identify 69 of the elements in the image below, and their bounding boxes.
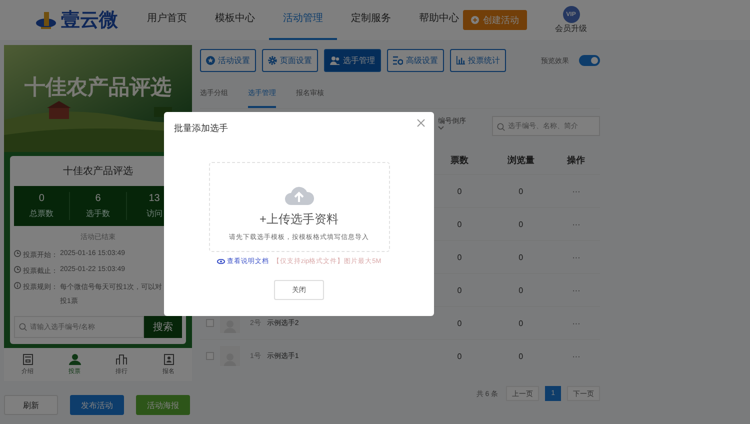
more-options-link[interactable]: ··· [552, 286, 600, 294]
search-button[interactable]: 搜索 [144, 316, 182, 338]
clock-icon [14, 266, 21, 273]
row-checkbox[interactable] [206, 352, 214, 360]
plus-circle-icon [471, 16, 479, 24]
action-button[interactable]: 发布活动 [70, 395, 124, 415]
action-button[interactable]: 刷新 [4, 395, 58, 415]
settings-tab[interactable]: 高级设置 [387, 49, 444, 72]
logo-icon [35, 10, 57, 30]
stat-label: 选手数 [86, 208, 110, 219]
stat-label: 总票数 [30, 208, 54, 219]
nav-link[interactable]: 用户首页 [133, 0, 201, 40]
more-options-link[interactable]: ··· [552, 352, 600, 360]
eye-icon [216, 259, 225, 264]
row-checkbox[interactable] [206, 319, 214, 327]
vip-upgrade-label[interactable]: 会员升级 [555, 23, 587, 34]
dialog-title: 批量添加选手 [174, 122, 228, 135]
more-options-link[interactable]: ··· [552, 220, 600, 228]
stat-value: 13 [148, 193, 160, 204]
settings-tab[interactable]: 活动设置 [200, 49, 256, 72]
search-icon [497, 123, 505, 131]
people-icon [330, 56, 340, 65]
sliders-icon [393, 56, 403, 65]
view-count: 0 [518, 220, 524, 228]
view-count: 0 [518, 252, 524, 262]
vote-count: 0 [456, 286, 463, 294]
more-options-link[interactable]: ··· [552, 318, 600, 328]
view-count: 0 [518, 318, 524, 328]
more-options-link[interactable]: ··· [552, 252, 600, 262]
nav-link[interactable]: 定制服务 [337, 0, 405, 40]
column-header: 票数 [449, 154, 470, 166]
vote-count: 0 [456, 252, 463, 262]
gear-icon [268, 56, 277, 65]
nav-link[interactable]: 活动管理 [269, 0, 337, 40]
settings-tab[interactable]: 选手管理 [324, 49, 381, 72]
badge-icon [164, 354, 174, 365]
vote-count: 0 [456, 220, 463, 228]
vote-count: 0 [456, 318, 463, 328]
settings-tab[interactable]: 投票统计 [450, 49, 506, 72]
chevron-down-icon [438, 126, 444, 130]
action-button[interactable]: 活动海报 [136, 395, 190, 415]
view-count: 0 [518, 286, 524, 294]
document-icon [22, 354, 32, 365]
more-options-link[interactable]: ··· [552, 186, 600, 196]
person-icon [68, 354, 80, 365]
logo-text: 壹云微 [61, 9, 118, 33]
stat-label: 访问 [146, 208, 162, 219]
card-title: 十佳农产品评选 [62, 164, 134, 178]
column-header: 操作 [566, 154, 586, 166]
info-icon [14, 282, 21, 289]
clock-icon [14, 250, 21, 257]
view-count: 0 [518, 352, 524, 360]
preview-switch[interactable] [579, 55, 600, 66]
bar-chart-icon [456, 56, 465, 65]
star-icon [206, 56, 215, 65]
vote-count: 0 [456, 186, 463, 196]
view-count: 0 [518, 186, 524, 196]
search-icon [19, 323, 27, 331]
settings-tab[interactable]: 页面设置 [262, 49, 318, 72]
nav-link[interactable]: 模板中心 [201, 0, 269, 40]
stat-value: 0 [38, 193, 44, 204]
vote-count: 0 [456, 352, 463, 360]
upload-title: +上传选手资料 [259, 211, 338, 228]
stat-value: 6 [95, 193, 101, 204]
create-activity-button[interactable]: 创建活动 [463, 10, 527, 30]
banner-title: 十佳农产品评选 [24, 75, 172, 101]
column-header: 浏览量 [506, 154, 536, 166]
buildings-icon [116, 354, 127, 365]
close-icon[interactable] [417, 119, 425, 127]
